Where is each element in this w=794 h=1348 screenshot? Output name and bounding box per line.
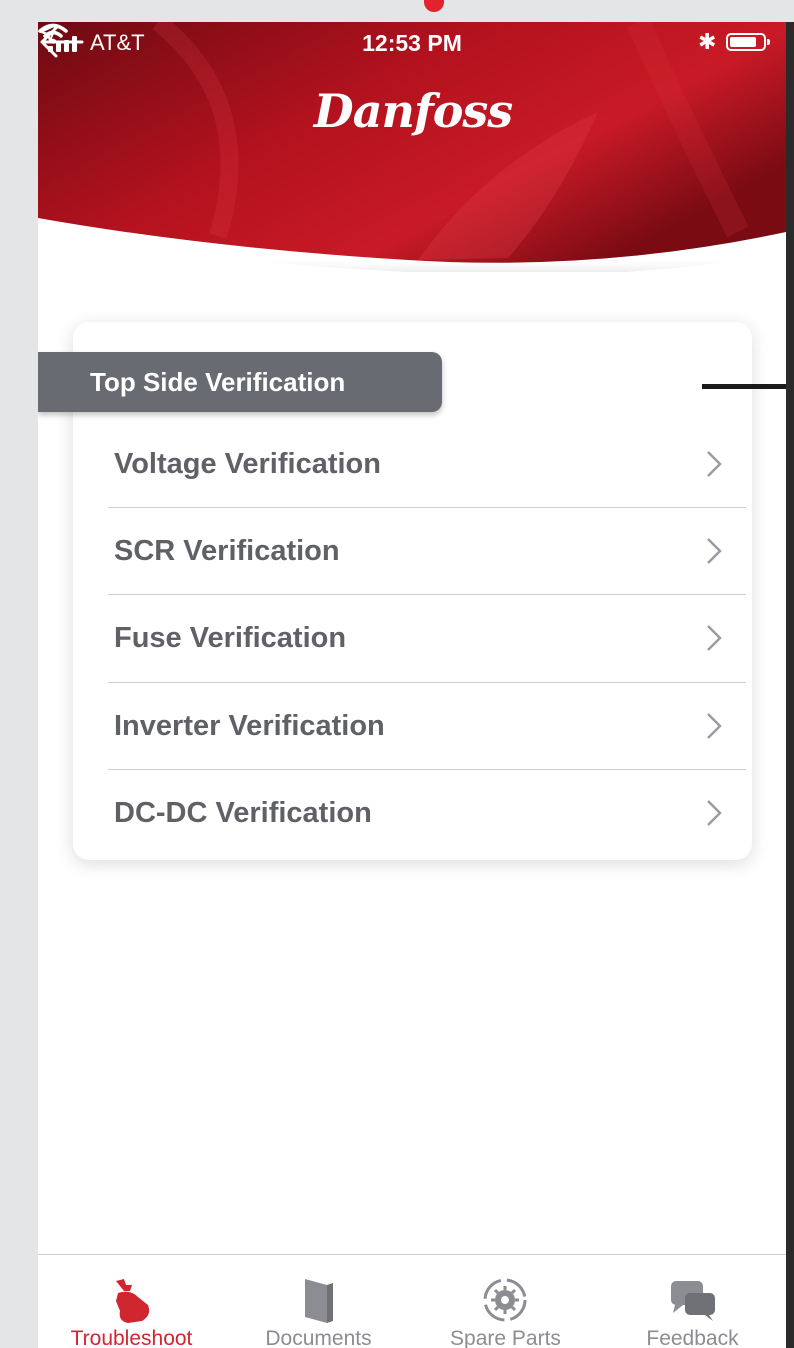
chevron-right-icon (707, 800, 722, 826)
chevron-right-icon (707, 713, 722, 739)
status-bar: AT&T 12:53 PM ✱ (38, 22, 786, 66)
device-bezel (786, 22, 794, 1348)
clock: 12:53 PM (362, 30, 462, 56)
menu-item-fuse-verification[interactable]: Fuse Verification (108, 595, 746, 681)
section-indicator-line (702, 384, 786, 389)
danfoss-logo: Danfoss (313, 84, 513, 138)
menu-item-voltage-verification[interactable]: Voltage Verification (108, 421, 746, 507)
tab-feedback[interactable]: Feedback (599, 1255, 786, 1348)
book-icon (305, 1279, 333, 1323)
chevron-right-icon (707, 625, 722, 651)
app-screen: AT&T 12:53 PM ✱ Danfoss Top Side Verific… (38, 22, 786, 1348)
gear-cycle-icon (483, 1278, 527, 1322)
menu-item-label: Fuse Verification (114, 621, 347, 654)
tab-label: Documents (265, 1327, 372, 1348)
section-title-tag: Top Side Verification (38, 352, 442, 412)
menu-item-label: SCR Verification (114, 534, 340, 567)
back-arrow-icon[interactable] (38, 22, 88, 62)
bottom-tab-bar: Troubleshoot Documents Spare Parts Feedb… (38, 1254, 786, 1348)
chevron-right-icon (707, 538, 722, 564)
tab-label: Spare Parts (450, 1327, 561, 1348)
tab-label: Feedback (646, 1327, 739, 1348)
top-indicator-dot (424, 0, 444, 12)
chat-bubbles-icon (671, 1281, 715, 1321)
wrench-hand-icon (116, 1279, 150, 1323)
bluetooth-icon: ✱ (698, 29, 717, 54)
menu-item-scr-verification[interactable]: SCR Verification (108, 508, 746, 594)
chevron-right-icon (707, 451, 722, 477)
app-header: AT&T 12:53 PM ✱ Danfoss (38, 22, 786, 272)
menu-item-label: Inverter Verification (114, 709, 385, 742)
menu-item-inverter-verification[interactable]: Inverter Verification (108, 683, 746, 769)
tab-spare-parts[interactable]: Spare Parts (412, 1255, 599, 1348)
tab-label: Troubleshoot (70, 1327, 193, 1348)
menu-item-label: Voltage Verification (114, 447, 381, 480)
battery-icon (726, 33, 770, 51)
tab-troubleshoot[interactable]: Troubleshoot (38, 1255, 225, 1348)
menu-item-label: DC-DC Verification (114, 796, 372, 829)
menu-item-dc-dc-verification[interactable]: DC-DC Verification (108, 770, 746, 856)
tab-documents[interactable]: Documents (225, 1255, 412, 1348)
section-title: Top Side Verification (90, 366, 346, 397)
